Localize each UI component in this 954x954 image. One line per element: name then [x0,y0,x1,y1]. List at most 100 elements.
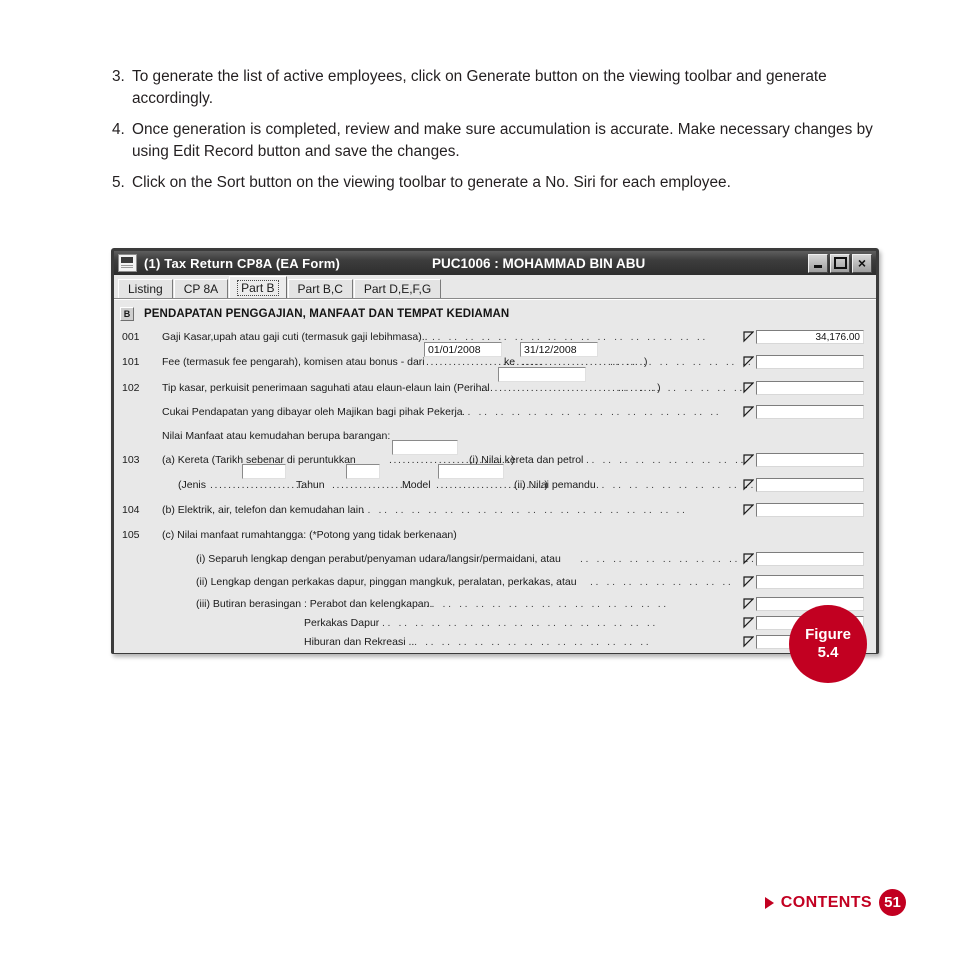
maximize-icon [833,257,847,269]
value-field-cukai[interactable] [756,404,864,419]
play-arrow-icon [764,896,774,909]
close-icon: × [857,254,867,271]
application-icon [118,254,137,272]
row-sublabel: (ii) Nilai pemandu [514,478,596,491]
form-row-105: 105 (c) Nilai manfaat rumahtangga: (*Pot… [114,522,876,547]
row-leader-dots: .. .. .. .. .. .. .. .. .. .. .. .. .. .… [426,597,669,610]
minimize-icon [814,264,822,268]
instruction-list: 3. To generate the list of active employ… [112,66,884,202]
maximize-button[interactable] [830,253,850,273]
row-label: (ii) Lengkap dengan perkakas dapur, ping… [196,576,577,588]
value-field-103ii[interactable] [756,477,864,492]
row-label: Cukai Pendapatan yang dibayar oleh Majik… [162,405,463,418]
figure-number: 5.4 [817,644,839,661]
value-field-105ii[interactable] [756,575,864,589]
value-field-101[interactable] [756,355,864,369]
tarikh-input[interactable] [392,440,458,455]
window-controls: × [808,253,874,273]
value-field-105i[interactable] [756,551,864,566]
value-field-001[interactable]: 34,176.00 [756,330,864,344]
row-code: 101 [122,356,140,368]
value-marker-icon [743,356,754,368]
date-from-input[interactable]: 01/01/2008 [424,342,502,357]
form-row-101: 101 Fee (termasuk fee pengarah), komisen… [114,342,876,375]
row-label: Gaji Kasar,upah atau gaji cuti (termasuk… [162,331,428,343]
value-marker-icon [743,331,754,343]
value-field-103i[interactable] [756,453,864,467]
form-row-jenis-tahun-model: (Jenis ..................... Tahun .....… [114,464,876,497]
tab-part-defg[interactable]: Part D,E,F,G [353,279,442,298]
form-row-104: 104 (b) Elektrik, air, telefon dan kemud… [114,497,876,522]
form-row-105-i: (i) Separuh lengkap dengan perabut/penya… [114,547,876,570]
row-label: (b) Elektrik, air, telefon dan kemudahan… [162,503,364,516]
contents-link[interactable]: CONTENTS [781,894,872,912]
value-marker-icon [743,552,754,565]
value-marker-icon [743,597,754,610]
row-label: Perkakas Dapur [304,616,380,629]
row-label-jenis: (Jenis [178,478,207,491]
row-leader-dots: .. .. .. .. .. .. .. .. .. .. .. [580,552,757,565]
tab-cp8a[interactable]: CP 8A [173,279,229,298]
row-label-model: Model [402,478,431,491]
value-marker-icon [743,478,754,491]
instruction-number: 5. [112,173,125,191]
row-leader-dots: .. .. .. .. .. .. .. .. .. .. [586,454,746,466]
form-row-nilai-manfaat-heading: Nilai Manfaat atau kemudahan berupa bara… [114,423,876,448]
date-to-input[interactable]: 31/12/2008 [520,342,598,357]
page-number-badge: 51 [879,889,906,916]
row-leader-dots: .. .. .. .. .. .. .. .. .. .. .. .. .. .… [382,616,658,629]
jenis-input[interactable] [242,464,286,479]
row-label: Tip kasar, perkuisit penerimaan saguhati… [162,381,490,394]
minimize-button[interactable] [808,253,828,273]
page-footer: CONTENTS 51 [764,889,906,916]
row-label: Fee (termasuk fee pengarah), komisen ata… [162,356,425,368]
form-row-cukai-pendapatan: Cukai Pendapatan yang dibayar oleh Majik… [114,400,876,423]
form-row-105-iii: (iii) Butiran berasingan : Perabot dan k… [114,594,876,613]
tahun-input[interactable] [346,464,380,479]
tab-label: Part B [237,279,279,296]
instruction-text: Click on the Sort button on the viewing … [132,173,731,191]
value-field-104[interactable] [756,502,864,517]
instruction-text: Once generation is completed, review and… [132,120,873,160]
tab-listing[interactable]: Listing [118,279,173,298]
model-input[interactable] [438,464,504,479]
row-leader-dots: .. .. .. .. .. .. .. .. .. .. .. .. .. .… [392,635,652,648]
window-document-title: PUC1006 : MOHAMMAD BIN ABU [432,255,646,271]
tab-part-b[interactable]: Part B [229,276,287,298]
tab-label: CP 8A [183,282,219,296]
row-code: 105 [122,528,140,541]
perihal-input[interactable] [498,367,586,382]
form-body: B PENDAPATAN PENGGAJIAN, MANFAAT DAN TEM… [114,299,876,653]
row-code: 103 [122,454,140,466]
value-marker-icon [743,454,754,466]
close-button[interactable]: × [852,253,872,273]
window-title: (1) Tax Return CP8A (EA Form) [144,255,341,271]
row-label: Nilai Manfaat atau kemudahan berupa bara… [162,429,391,442]
row-label: (c) Nilai manfaat rumahtangga: (*Potong … [162,528,457,541]
form-row-perkakas-dapur: Perkakas Dapur .. .. .. .. .. .. .. .. .… [114,613,876,632]
row-code: 102 [122,381,140,394]
value-field-102[interactable] [756,380,864,395]
row-leader-dots: ..................... [210,478,305,491]
value-marker-icon [743,405,754,418]
row-leader-dots: .. .. .. .. .. .. .. .. [618,381,745,394]
instruction-number: 3. [112,68,125,85]
value-marker-icon [743,616,754,629]
window-title-bar: (1) Tax Return CP8A (EA Form) PUC1006 : … [114,251,876,275]
section-title: PENDAPATAN PENGGAJIAN, MANFAAT DAN TEMPA… [144,308,510,320]
form-row-102: 102 Tip kasar, perkuisit penerimaan sagu… [114,367,876,400]
list-item: 5. Click on the Sort button on the viewi… [112,172,884,194]
list-item: 3. To generate the list of active employ… [112,66,884,110]
row-code: 104 [122,503,140,516]
instruction-number: 4. [112,120,125,138]
form-row-hiburan-rekreasi: Hiburan dan Rekreasi .. .. .. .. .. .. .… [114,632,876,651]
tab-label: Part D,E,F,G [363,282,432,296]
application-window: (1) Tax Return CP8A (EA Form) PUC1006 : … [111,248,879,654]
instruction-text: To generate the list of active employees… [132,68,827,107]
row-label: (i) Separuh lengkap dengan perabut/penya… [196,552,561,565]
value-marker-icon [743,381,754,394]
section-expand-button[interactable]: B [120,307,134,321]
tab-part-bc[interactable]: Part B,C [287,279,353,298]
tab-label: Part B,C [297,282,343,296]
row-leader-dots: .. .. .. .. .. .. .. .. .. .. .. .. .. .… [362,503,688,516]
